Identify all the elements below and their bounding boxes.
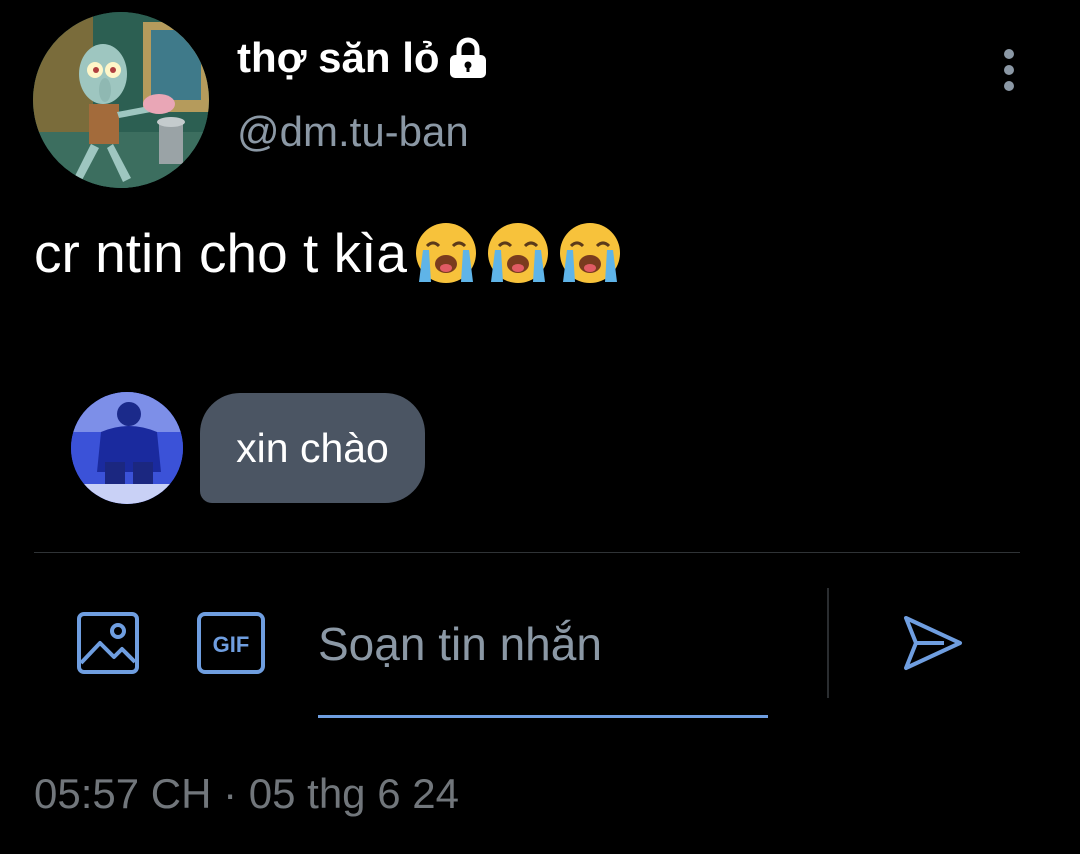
loudly-crying-face-icon [413,220,479,286]
display-name-text: thợ săn lỏ [237,34,440,81]
loudly-crying-face-icon [557,220,623,286]
more-options-icon[interactable] [994,46,1024,94]
display-name: thợ săn lỏ [237,34,492,82]
image-icon[interactable] [76,611,140,675]
divider [34,552,1020,553]
timestamp: 05:57 CH · 05 thg 6 24 [34,770,459,817]
loudly-crying-face-icon [485,220,551,286]
separator [827,588,829,698]
bio-text: cr ntin cho t kìa [34,222,407,284]
gif-icon[interactable]: GIF [196,611,266,675]
lock-icon [444,34,492,82]
message-text: xin chào [236,424,389,471]
gif-label: GIF [213,632,250,657]
message-input[interactable] [318,608,766,680]
message-bubble[interactable]: xin chào [200,393,425,503]
profile-avatar[interactable] [33,12,209,188]
bio: cr ntin cho t kìa [34,216,623,290]
send-icon[interactable] [900,610,966,676]
sender-avatar[interactable] [71,392,183,504]
input-underline [318,715,768,718]
profile-handle: @dm.tu-ban [237,108,469,155]
